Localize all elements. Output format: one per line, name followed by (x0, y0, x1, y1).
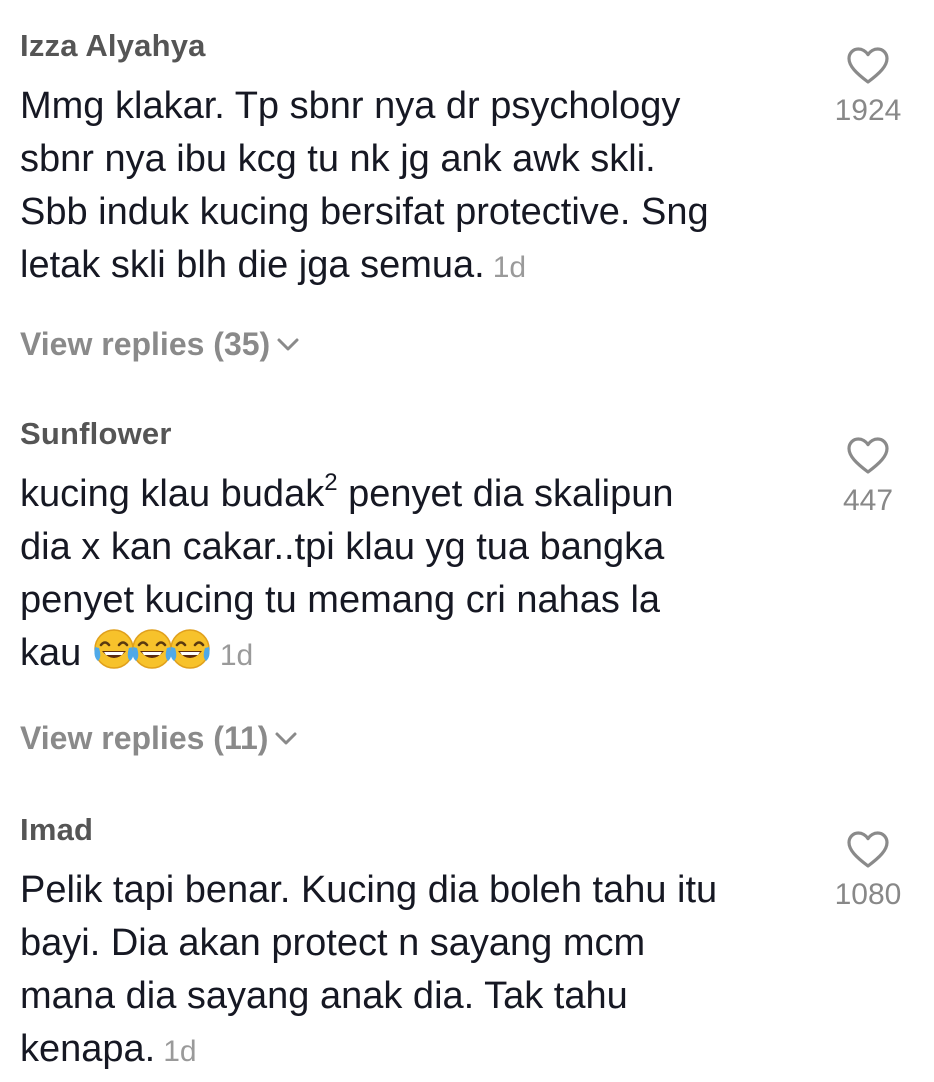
comment-timestamp: 1d (219, 639, 254, 672)
like-count: 1924 (834, 94, 902, 127)
heart-icon[interactable] (846, 830, 890, 870)
comment-text-line: kenapa. (20, 1028, 156, 1070)
view-replies-button[interactable]: View replies (11) (20, 720, 298, 756)
comment-item: Izza Alyahya Mmg klakar. Tp sbnr nya dr … (20, 0, 920, 380)
comment-item: Imad Pelik tapi benar. Kucing dia boleh … (20, 780, 920, 1082)
comment-text-line: Sbb induk kucing bersifat protective. Sn… (20, 191, 709, 233)
comment-timestamp: 1d (492, 251, 527, 284)
comment-username[interactable]: Izza Alyahya (20, 28, 206, 64)
comment-username[interactable]: Imad (20, 812, 93, 848)
comment-text: Pelik tapi benar. Kucing dia boleh tahu … (20, 864, 800, 1078)
view-replies-label: View replies (11) (20, 720, 269, 756)
comment-timestamp: 1d (163, 1035, 197, 1068)
like-group: 447 (818, 436, 918, 518)
chevron-down-icon (277, 338, 299, 351)
heart-icon[interactable] (846, 436, 890, 476)
heart-icon[interactable] (846, 46, 890, 86)
like-group: 1924 (818, 46, 918, 128)
comment-text-line: bayi. Dia akan protect n sayang mcm (20, 922, 646, 964)
comment-item: Sunflower kucing klau budak2 penyet dia … (20, 380, 920, 780)
view-replies-label: View replies (35) (20, 326, 271, 362)
comment-text: kucing klau budak2 penyet dia skalipun d… (20, 468, 800, 682)
comment-text-segment: kucing klau budak (20, 473, 325, 515)
comment-text-line: mana dia sayang anak dia. Tak tahu (20, 975, 628, 1017)
superscript: 2 (324, 469, 338, 496)
comment-text: Mmg klakar. Tp sbnr nya dr psychology sb… (20, 80, 800, 294)
like-count: 447 (842, 484, 894, 517)
view-replies-button[interactable]: View replies (35) (20, 326, 300, 362)
comment-text-line: Mmg klakar. Tp sbnr nya dr psychology (20, 85, 681, 127)
like-group: 1080 (818, 830, 918, 912)
comment-text-line: sbnr nya ibu kcg tu nk jg ank awk skli. (20, 138, 656, 180)
like-count: 1080 (834, 878, 902, 911)
face-with-tears-of-joy-icon (168, 627, 212, 671)
comment-username[interactable]: Sunflower (20, 416, 172, 452)
comment-text-line: Pelik tapi benar. Kucing dia boleh tahu … (20, 869, 718, 911)
comment-text-line: letak skli blh die jga semua. (20, 244, 485, 286)
chevron-down-icon (275, 732, 297, 745)
